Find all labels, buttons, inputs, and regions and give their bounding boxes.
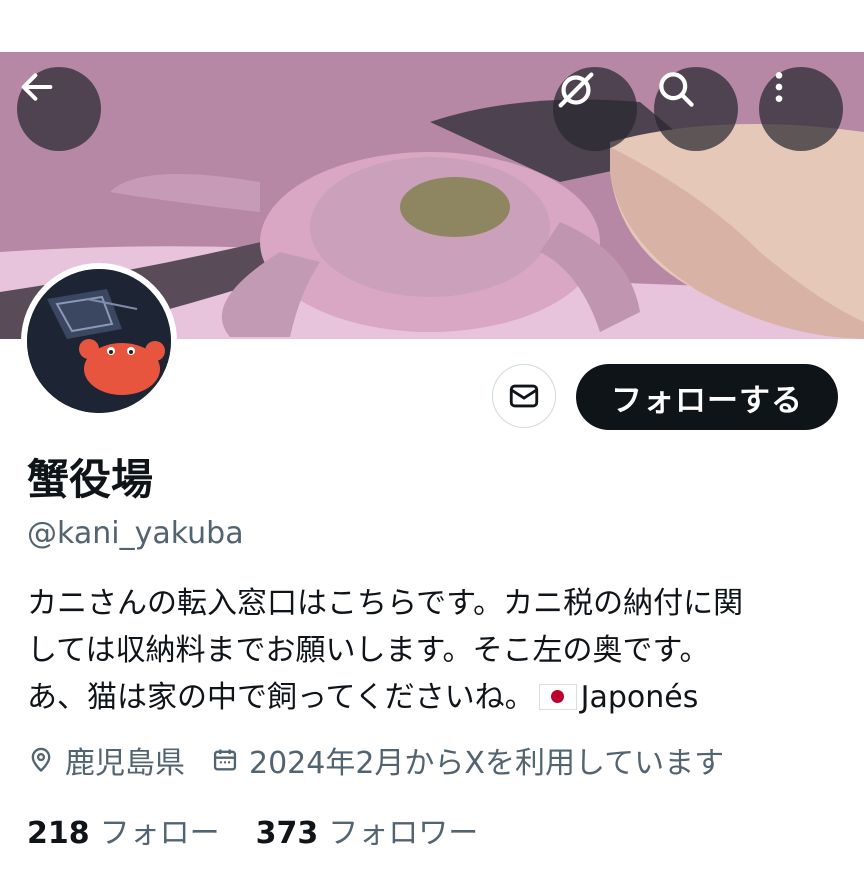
- grok-button[interactable]: [553, 67, 637, 151]
- bio-line: しては収納料までお願いします。そこ左の奥です。: [27, 633, 710, 668]
- arrow-left-icon: [21, 73, 53, 101]
- grok-icon: [558, 72, 594, 108]
- followers-label: フォロワー: [328, 816, 479, 851]
- bio-line: あ、猫は家の中で飼ってくださいね。 Japonés: [27, 680, 699, 715]
- message-button[interactable]: [492, 364, 556, 428]
- avatar[interactable]: [21, 263, 177, 419]
- avatar-crab-image: [27, 269, 171, 413]
- search-icon: [659, 72, 694, 107]
- japan-flag-icon: [538, 684, 577, 710]
- follow-button[interactable]: フォローする: [576, 364, 838, 430]
- following-label: フォロー: [99, 816, 220, 851]
- more-vertical-icon: [775, 72, 783, 102]
- following-count: 218: [27, 816, 90, 851]
- profile-name: 蟹役場: [27, 455, 154, 504]
- following-link[interactable]: 218 フォロー: [27, 808, 220, 852]
- follow-stats: 218 フォロー 373 フォロワー: [27, 808, 478, 852]
- calendar-icon: [211, 746, 239, 774]
- profile-bio: カニさんの転入窓口はこちらです。カニ税の納付に関 しては収納料までお願いします。…: [27, 580, 847, 721]
- bio-line: カニさんの転入窓口はこちらです。カニ税の納付に関: [27, 586, 744, 621]
- followers-link[interactable]: 373 フォロワー: [256, 808, 479, 852]
- envelope-icon: [509, 384, 539, 408]
- location-pin-icon: [27, 746, 55, 774]
- followers-count: 373: [255, 816, 319, 851]
- more-button[interactable]: [759, 67, 843, 151]
- joined-text: 2024年2月からXを利用しています: [249, 746, 725, 781]
- profile-meta: 鹿児島県 2024年2月からXを利用しています: [27, 738, 724, 782]
- profile-handle: @kani_yakuba: [27, 516, 244, 551]
- location-text: 鹿児島県: [65, 746, 185, 781]
- translate-label[interactable]: Japonés: [581, 680, 699, 715]
- search-button[interactable]: [654, 67, 738, 151]
- back-button[interactable]: [17, 67, 101, 151]
